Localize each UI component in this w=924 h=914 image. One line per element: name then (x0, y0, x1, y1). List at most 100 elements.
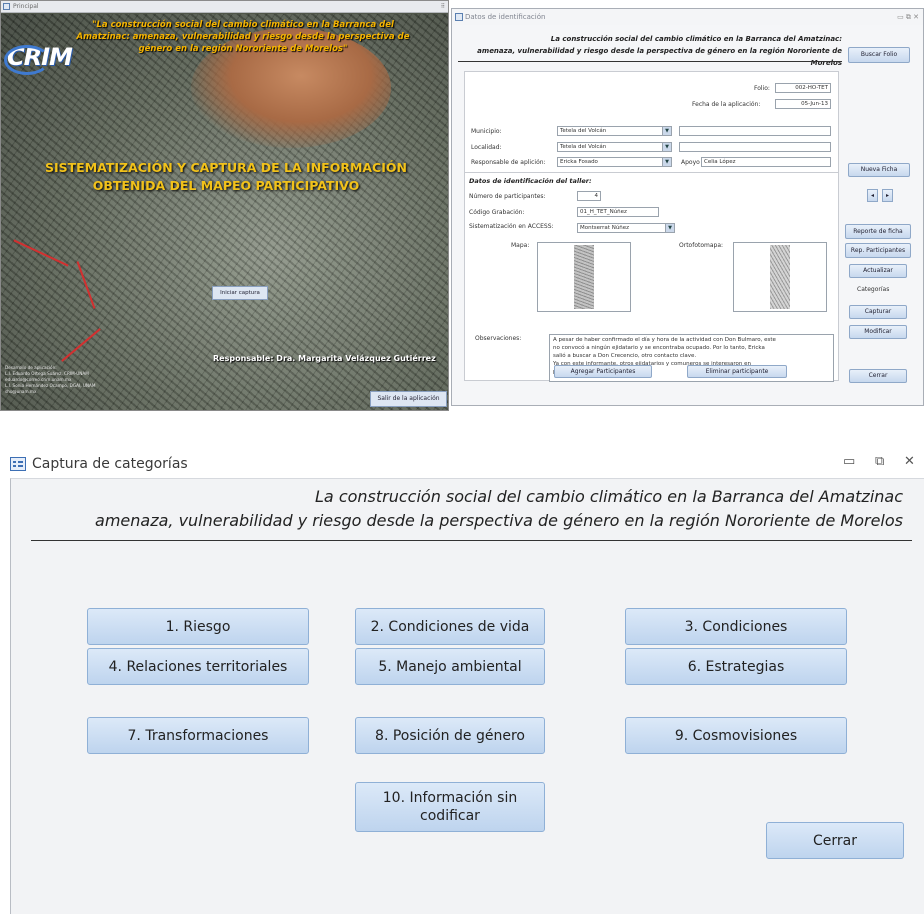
reporte-ficha-button[interactable]: Reporte de ficha (845, 224, 911, 239)
category-button-estrategias[interactable]: 6. Estrategias (625, 648, 847, 685)
apoyo-label: Apoyo (681, 159, 700, 166)
codigo-label: Código Grabación: (469, 209, 525, 216)
datos-header-line: La construcción social del cambio climát… (550, 35, 842, 43)
observaciones-line: no convocó a ningún ejidatario y se enco… (553, 345, 765, 351)
participantes-label: Número de participantes: (469, 193, 546, 200)
responsable-label: Responsable: Dra. Margarita Velázquez Gu… (213, 354, 436, 363)
category-button-relaciones-territoriales[interactable]: 4. Relaciones territoriales (87, 648, 309, 685)
add-participants-button[interactable]: Agregar Participantes (554, 365, 652, 378)
section-divider (465, 172, 838, 173)
dropdown-arrow-icon[interactable]: ▼ (662, 143, 671, 151)
category-button-transformaciones[interactable]: 7. Transformaciones (87, 717, 309, 754)
restore-icon[interactable]: ⧉ (875, 454, 884, 469)
localidad-label: Localidad: (471, 144, 502, 151)
form-icon (3, 3, 10, 10)
window-control-icon[interactable]: ⠿ (441, 1, 445, 13)
category-button-cosmovisiones[interactable]: 9. Cosmovisiones (625, 717, 847, 754)
next-record-icon[interactable]: ▸ (882, 189, 893, 202)
sistematizacion-combo[interactable]: Montserrat Núñez ▼ (577, 223, 675, 233)
form-icon (455, 13, 463, 21)
prev-record-icon[interactable]: ◂ (867, 189, 878, 202)
datos-titlebar: Datos de identificación ▭ ⧉ ✕ (452, 9, 923, 25)
folio-label: Folio: (754, 85, 770, 92)
principal-titlebar: Principal ⠿ (1, 1, 448, 13)
datos-divider (458, 61, 842, 62)
principal-main-heading: SISTEMATIZACIÓN Y CAPTURA DE LA INFORMAC… (31, 159, 421, 195)
datos-window-title: Datos de identificación (465, 13, 546, 21)
cerrar-datos-button[interactable]: Cerrar (849, 369, 907, 383)
principal-window-title: Principal (13, 3, 39, 10)
ortofotomapa-image[interactable] (733, 242, 827, 312)
rep-participantes-button[interactable]: Rep. Participantes (845, 243, 911, 258)
localidad-combo[interactable]: Tetela del Volcán ▼ (557, 142, 672, 152)
localidad-extra-field[interactable] (679, 142, 831, 152)
remove-participant-button[interactable]: Eliminar participante (687, 365, 787, 378)
municipio-label: Municipio: (471, 128, 502, 135)
municipio-extra-field[interactable] (679, 126, 831, 136)
dropdown-arrow-icon[interactable]: ▼ (662, 127, 671, 135)
minimize-icon[interactable]: ▭ (843, 454, 855, 469)
codigo-field[interactable]: 01_H_TET_Núñez (577, 207, 659, 217)
capturar-button[interactable]: Capturar (849, 305, 907, 319)
responsable-aplicacion-label: Responsable de aplición: (471, 159, 546, 166)
mapa-image[interactable] (537, 242, 631, 312)
responsable-combo[interactable]: Ericka Fosado ▼ (557, 157, 672, 167)
category-button-condiciones-de-vida[interactable]: 2. Condiciones de vida (355, 608, 545, 645)
exit-app-button[interactable]: Salir de la aplicación (370, 391, 447, 407)
taller-section-title: Datos de identificación del taller: (469, 177, 592, 185)
captura-categorias-window: Captura de categorías ▭ ⧉ ✕ La construcc… (0, 442, 924, 914)
credits: Desarrollo de aplicación: L.I. Eduardo O… (5, 365, 145, 395)
close-icon[interactable]: ✕ (904, 454, 915, 469)
captura-header-line: amenaza, vulnerabilidad y riesgo desde l… (95, 511, 903, 530)
fecha-field[interactable]: 05-Jun-13 (775, 99, 831, 109)
credit-line: sho@unam.mx (5, 389, 37, 394)
cerrar-captura-button[interactable]: Cerrar (766, 822, 904, 859)
municipio-combo[interactable]: Tetela del Volcán ▼ (557, 126, 672, 136)
principal-project-title: "La construcción social del cambio climá… (76, 20, 410, 54)
participantes-field[interactable]: 4 (577, 191, 601, 201)
button-label-line: 10. Información sin (382, 790, 518, 806)
buscar-folio-button[interactable]: Buscar Folio (848, 47, 910, 63)
start-capture-button[interactable]: Iniciar captura (212, 286, 268, 300)
fecha-label: Fecha de la aplicación: (692, 101, 761, 108)
apoyo-field[interactable]: Celia López (701, 157, 831, 167)
category-button-riesgo[interactable]: 1. Riesgo (87, 608, 309, 645)
main-heading-line: SISTEMATIZACIÓN Y CAPTURA DE LA INFORMAC… (45, 160, 407, 175)
nueva-ficha-button[interactable]: Nueva Ficha (848, 163, 910, 177)
datos-body: La construcción social del cambio climát… (452, 25, 923, 405)
category-button-condiciones[interactable]: 3. Condiciones (625, 608, 847, 645)
datos-header-line: amenaza, vulnerabilidad y riesgo desde l… (477, 47, 842, 67)
observaciones-line: salió a buscar a Don Crecencio, otro con… (553, 353, 697, 359)
form-icon (10, 457, 26, 471)
modificar-button[interactable]: Modificar (849, 325, 907, 339)
window-controls-icon[interactable]: ▭ ⧉ ✕ (897, 9, 919, 25)
datos-header: La construcción social del cambio climát… (458, 33, 842, 69)
map-thumbnail (574, 245, 594, 309)
category-button-posicion-de-genero[interactable]: 8. Posición de género (355, 717, 545, 754)
captura-window-title: Captura de categorías (32, 456, 188, 472)
map-road-line (13, 239, 69, 267)
captura-header-line: La construcción social del cambio climát… (315, 487, 903, 506)
captura-divider (31, 540, 912, 541)
municipio-value: Tetela del Volcán (560, 128, 607, 134)
observaciones-line: A pesar de haber confirmado el día y hor… (553, 337, 776, 343)
main-heading-line: OBTENIDA DEL MAPEO PARTICIPATIVO (92, 178, 360, 193)
localidad-value: Tetela del Volcán (560, 144, 607, 150)
folio-field[interactable]: 002-HO-TET (775, 83, 831, 93)
sistematizacion-label: Sistematización en ACCESS: (469, 223, 554, 230)
button-label-line: codificar (420, 808, 480, 824)
dropdown-arrow-icon[interactable]: ▼ (665, 224, 674, 232)
map-road-line (61, 328, 101, 362)
datos-form-panel: Folio: 002-HO-TET Fecha de la aplicación… (464, 71, 839, 382)
category-button-manejo-ambiental[interactable]: 5. Manejo ambiental (355, 648, 545, 685)
categorias-label: Categorías (857, 286, 890, 293)
captura-header: La construcción social del cambio climát… (11, 485, 903, 533)
datos-identificacion-window: Datos de identificación ▭ ⧉ ✕ La constru… (451, 8, 924, 406)
responsable-value: Ericka Fosado (560, 159, 598, 165)
crim-logo: CRIM (4, 43, 73, 75)
observaciones-label: Observaciones: (475, 335, 522, 342)
dropdown-arrow-icon[interactable]: ▼ (662, 158, 671, 166)
actualizar-button[interactable]: Actualizar (849, 264, 907, 278)
category-button-informacion-sin-codificar[interactable]: 10. Información sin codificar (355, 782, 545, 832)
mapa-label: Mapa: (511, 242, 530, 249)
